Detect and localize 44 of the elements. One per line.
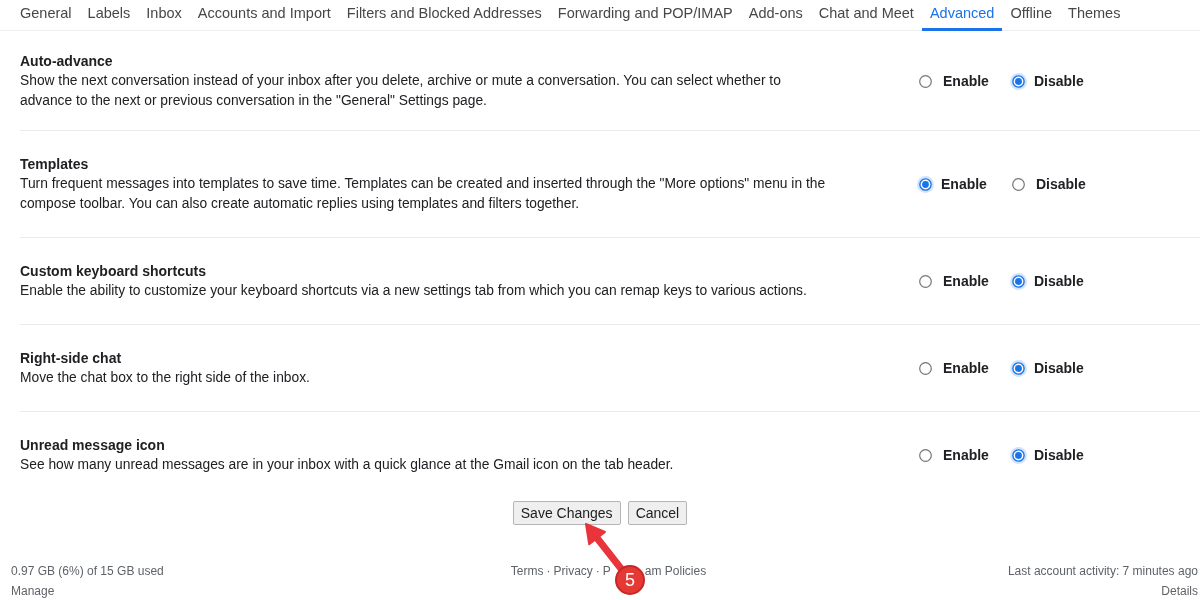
setting-title: Custom keyboard shortcuts [20,262,206,281]
manage-link[interactable]: Manage [11,581,55,600]
settings-tab[interactable]: Accounts and Import [189,0,339,31]
cancel-button[interactable]: Cancel [627,501,688,525]
radio-option[interactable]: Enable [917,175,1010,193]
account-activity-text: Last account activity: 7 minutes ago [1007,563,1198,580]
storage-usage-text: 0.97 GB (6%) of 15 GB used [11,563,164,580]
footer-link[interactable]: Privacy [553,561,593,581]
settings-tab[interactable]: Themes [1060,0,1129,31]
setting-description: Show the next conversation instead of your inbox after you delete, archive or mute a conversation. You can select whether to advance to the next or previous conversation in the "General" Settings page. [20,72,782,110]
setting-title: Unread message icon [20,436,165,455]
link-separator: · [546,563,551,580]
settings-tab[interactable]: Forwarding and POP/IMAP [549,0,741,31]
step-badge: 5 [615,565,645,595]
settings-tab[interactable]: Offline [1002,0,1061,31]
setting-description: See how many unread messages are in your inbox with a quick glance at the Gmail icon on the tab header. [20,456,675,474]
radio-option[interactable]: Disable [1010,272,1103,290]
radio-option[interactable]: Enable [917,446,1010,464]
setting-title: Templates [20,155,89,174]
radio-option[interactable]: Disable [1010,446,1103,464]
radio-option[interactable]: Enable [917,272,1010,290]
footer-link[interactable]: am Policies [644,561,707,581]
radio-option[interactable]: Disable [1010,72,1103,90]
settings-tab[interactable]: Labels [79,0,139,31]
link-separator: · [595,563,600,580]
settings-tab[interactable]: Add-ons [740,0,811,31]
setting-description: Move the chat box to the right side of the inbox. [20,369,311,387]
footer-link[interactable]: Terms [510,561,544,581]
settings-tab[interactable]: Filters and Blocked Addresses [338,0,550,31]
radio-option[interactable]: Disable [1010,359,1103,377]
settings-tab[interactable]: Inbox [138,0,190,31]
radio-option[interactable]: Enable [917,359,1010,377]
setting-description: Turn frequent messages into templates to save time. Templates can be created and inserted through the "More options" menu in the compose toolbar. You can also create automatic replies using templates and filters together. [20,175,827,213]
details-link[interactable]: Details [1161,581,1198,600]
radio-option[interactable]: Enable [917,72,1010,90]
setting-title: Auto-advance [20,52,113,71]
footer-link[interactable]: P [602,561,611,581]
radio-option[interactable]: Disable [1010,175,1103,193]
settings-tab[interactable]: Chat and Meet [810,0,922,31]
save-changes-button[interactable]: Save Changes [512,501,621,525]
setting-title: Right-side chat [20,349,122,368]
settings-tab[interactable]: Advanced [921,0,1003,31]
settings-tab[interactable]: General [12,0,80,31]
setting-description: Enable the ability to customize your keyboard shortcuts via a new settings tab from which you can remap keys to various actions. [20,282,808,300]
